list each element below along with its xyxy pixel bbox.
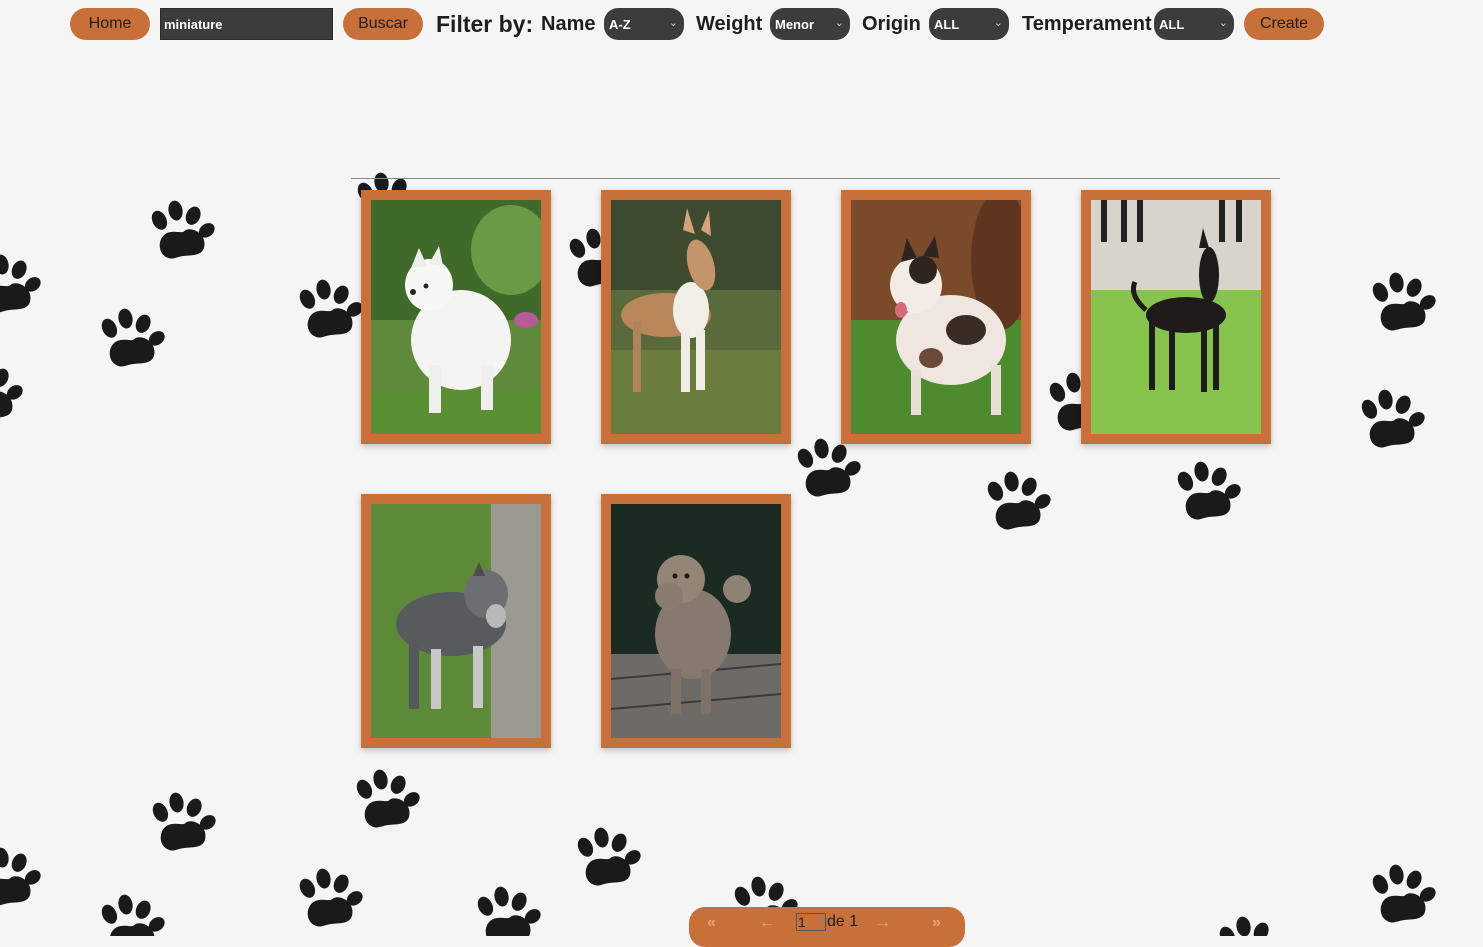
origin-filter-label: Origin xyxy=(862,13,921,35)
chevron-down-icon: ⌄ xyxy=(834,17,844,29)
left-arrow-icon[interactable]: ← xyxy=(759,914,775,932)
double-left-arrow-icon[interactable]: « xyxy=(707,914,716,932)
bull-terrier-dog-photo xyxy=(611,200,781,434)
page-total-label: de 1 xyxy=(827,913,859,930)
chevron-down-icon: ⌄ xyxy=(1218,17,1228,29)
right-arrow-icon[interactable]: → xyxy=(875,914,891,932)
top-toolbar: Home Buscar Filter by: Name A-Z ⌄ Weight… xyxy=(0,0,1483,50)
dog-card[interactable] xyxy=(1081,190,1271,444)
name-sort-select[interactable]: A-Z ⌄ xyxy=(604,8,684,40)
chevron-down-icon: ⌄ xyxy=(993,17,1003,29)
grey-schnauzer-dog-photo xyxy=(371,504,541,738)
search-input[interactable] xyxy=(160,8,333,40)
paw-print-background xyxy=(0,167,1441,936)
home-button[interactable]: Home xyxy=(70,8,150,40)
filter-by-label: Filter by: xyxy=(436,11,534,37)
content-divider xyxy=(351,178,1280,179)
temperament-value: ALL xyxy=(1159,16,1185,32)
weight-sort-value: Menor xyxy=(775,16,814,32)
temperament-select[interactable]: ALL ⌄ xyxy=(1154,8,1234,40)
dog-card[interactable] xyxy=(841,190,1031,444)
origin-value: ALL xyxy=(934,16,960,32)
origin-select[interactable]: ALL ⌄ xyxy=(929,8,1009,40)
black-pinscher-dog-photo xyxy=(1091,200,1261,434)
pagination-bar: « ← de 1 → » xyxy=(689,907,965,947)
name-filter-label: Name xyxy=(541,13,596,35)
temperament-filter-label: Temperament xyxy=(1022,13,1152,35)
merle-shepherd-dog-photo xyxy=(851,200,1021,434)
page-number-input[interactable] xyxy=(796,913,826,931)
weight-sort-select[interactable]: Menor ⌄ xyxy=(770,8,850,40)
weight-filter-label: Weight xyxy=(696,13,763,35)
dog-card[interactable] xyxy=(601,190,791,444)
chevron-down-icon: ⌄ xyxy=(668,17,678,29)
double-right-arrow-icon[interactable]: » xyxy=(932,914,941,932)
create-button[interactable]: Create xyxy=(1244,8,1324,40)
name-sort-value: A-Z xyxy=(609,16,631,32)
dog-card[interactable] xyxy=(361,190,551,444)
grey-poodle-dog-photo xyxy=(611,504,781,738)
dog-card[interactable] xyxy=(361,494,551,748)
search-button[interactable]: Buscar xyxy=(343,8,423,40)
dog-card[interactable] xyxy=(601,494,791,748)
white-fluffy-dog-photo xyxy=(371,200,541,434)
